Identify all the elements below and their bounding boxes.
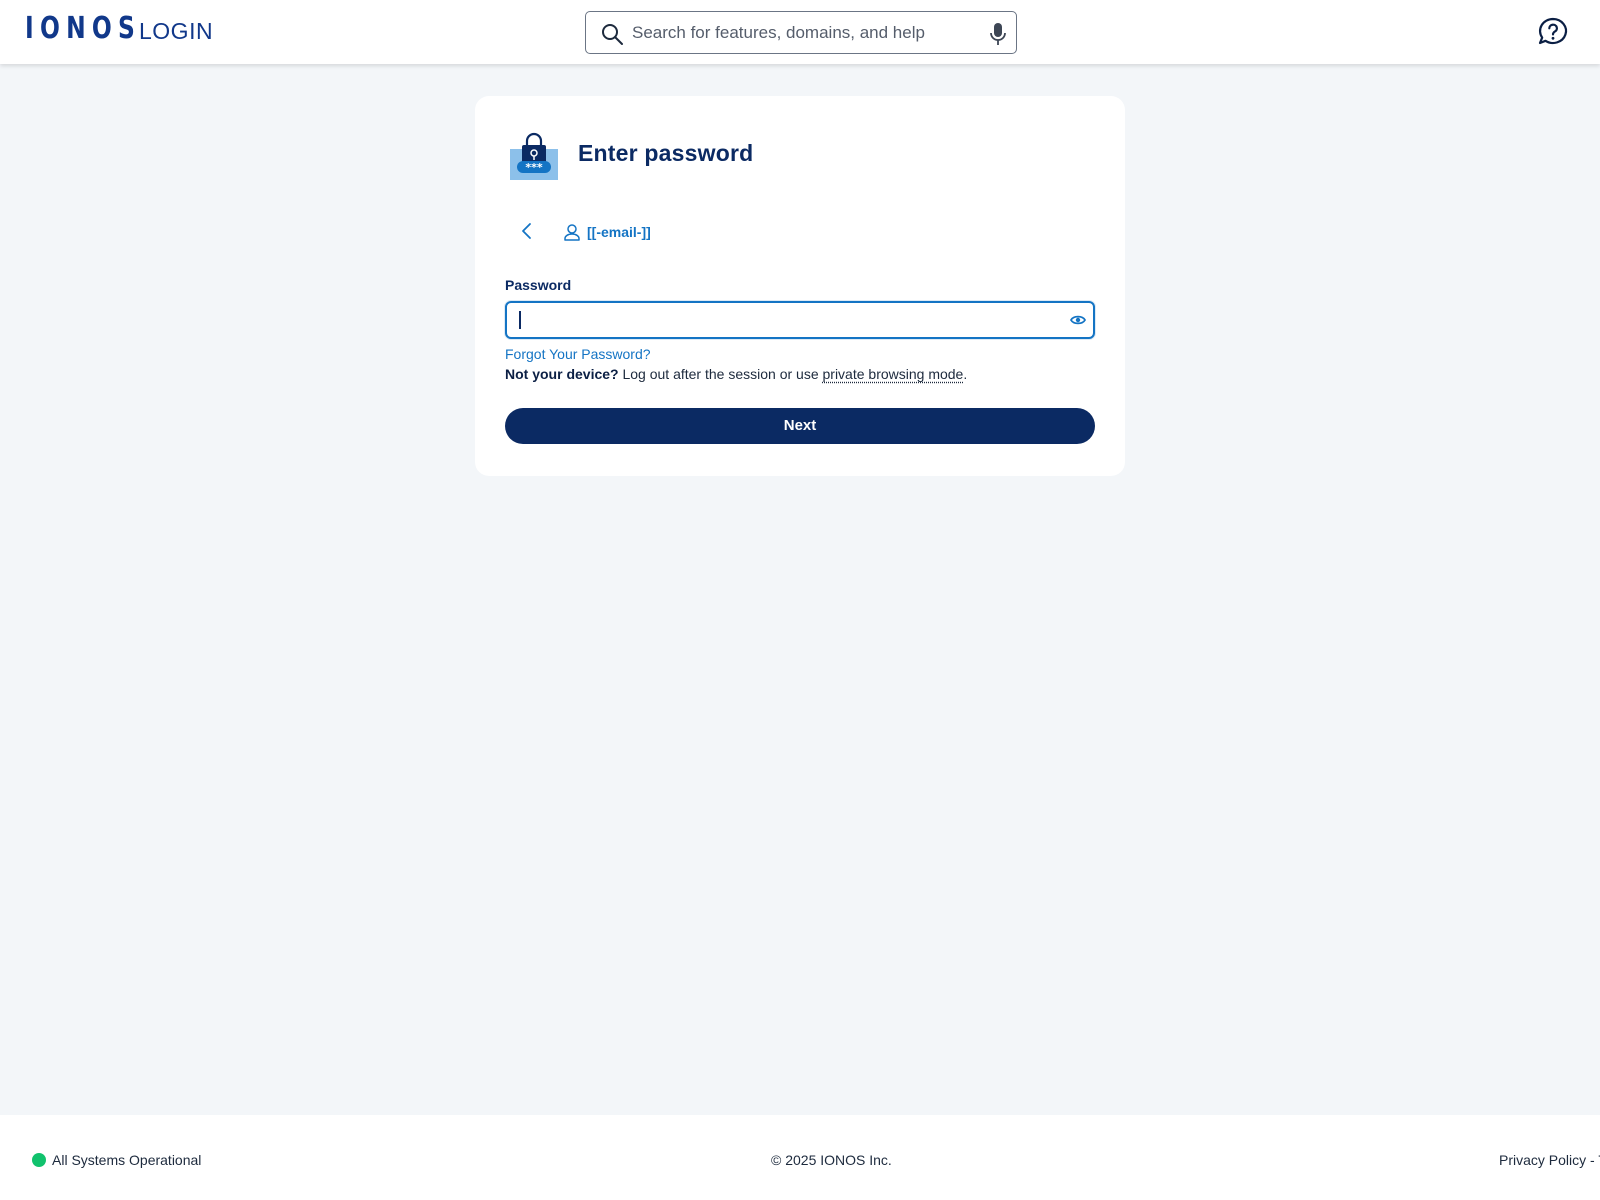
page-title: Enter password — [578, 138, 753, 168]
forgot-password-link[interactable]: Forgot Your Password? — [505, 345, 651, 363]
search-bar[interactable] — [585, 11, 1017, 54]
device-notice-end: . — [963, 366, 967, 382]
system-status-link[interactable]: All Systems Operational — [52, 1151, 201, 1169]
microphone-icon[interactable] — [988, 22, 1008, 46]
email-link[interactable]: [[-email-]] — [587, 222, 651, 242]
text-caret — [519, 311, 521, 329]
help-chat-icon[interactable] — [1537, 16, 1569, 48]
login-label: LOGIN — [139, 16, 213, 46]
search-icon — [600, 22, 624, 46]
user-icon — [563, 223, 581, 241]
private-browsing-link[interactable]: private browsing mode — [823, 366, 964, 382]
ionos-logo[interactable]: IONOS — [25, 12, 141, 46]
device-notice-text: Log out after the session or use — [619, 366, 823, 382]
search-input[interactable] — [632, 12, 972, 53]
password-label: Password — [505, 276, 571, 294]
password-lock-icon: *** — [509, 131, 559, 181]
footer: All Systems Operational © 2025 IONOS Inc… — [0, 1115, 1600, 1200]
password-input[interactable] — [517, 303, 1057, 337]
eye-icon[interactable] — [1070, 313, 1086, 327]
svg-text:***: *** — [525, 161, 543, 174]
privacy-policy-link[interactable]: Privacy Policy - T — [1499, 1151, 1600, 1169]
chevron-left-icon[interactable] — [517, 221, 537, 241]
copyright: © 2025 IONOS Inc. — [771, 1151, 892, 1169]
login-card: *** Enter password [[-email-]] Password … — [475, 96, 1125, 476]
device-notice-bold: Not your device? — [505, 366, 619, 382]
device-notice: Not your device? Log out after the sessi… — [505, 365, 967, 383]
top-bar: IONOS LOGIN — [0, 0, 1600, 64]
password-field[interactable] — [505, 301, 1095, 339]
status-indicator — [32, 1153, 46, 1167]
next-button[interactable]: Next — [505, 408, 1095, 444]
